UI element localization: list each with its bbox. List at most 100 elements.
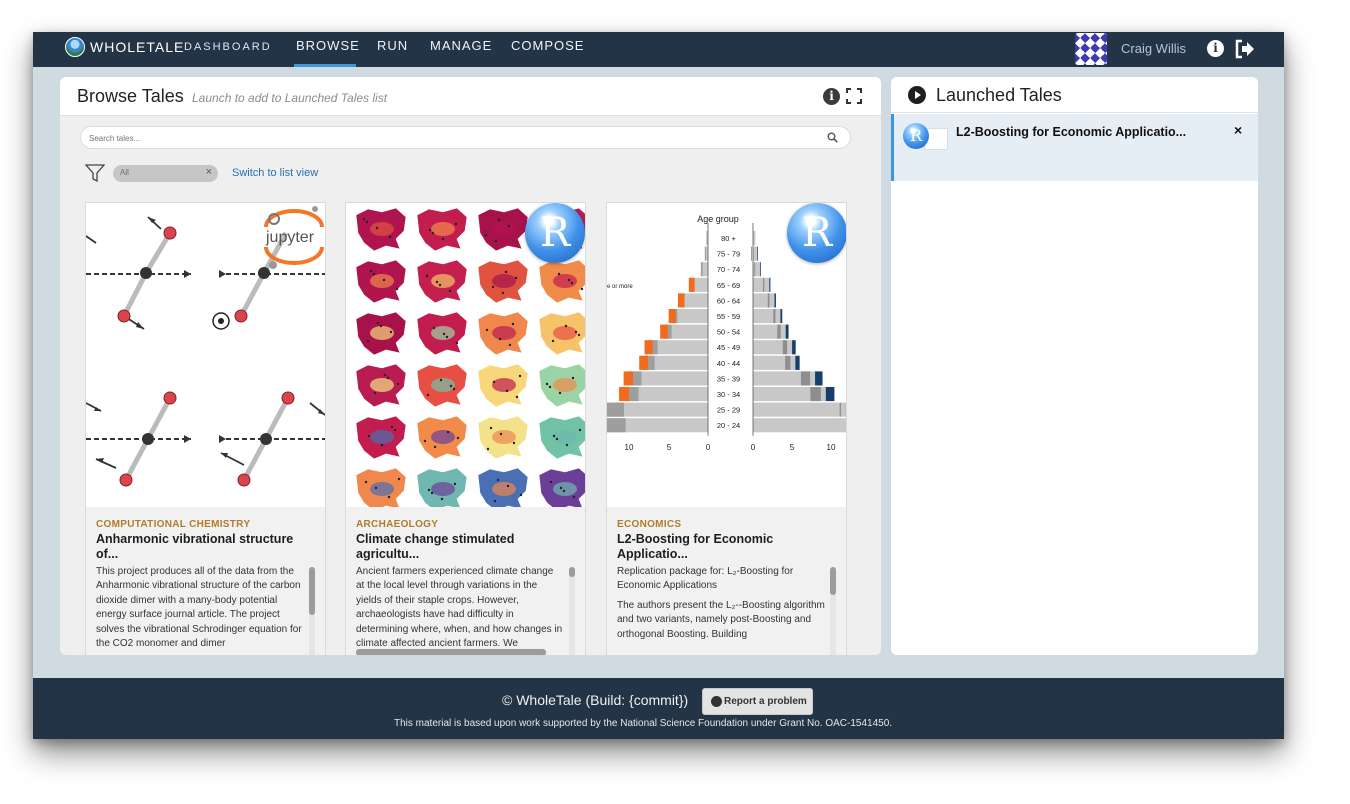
avatar[interactable]: [1075, 33, 1107, 65]
pyramid-bar: [688, 277, 695, 292]
pyramid-bar: [753, 262, 761, 277]
tale-card[interactable]: Age group e or more 80 + 75 - 79 70 - 74 65…: [606, 202, 847, 655]
description-paragraph: Replication package for: L₂-Boosting for…: [617, 566, 794, 592]
search-icon[interactable]: [827, 132, 838, 143]
copyright-text: © WholeTale (Build: {commit}): [502, 692, 689, 708]
climate-map-tile: [477, 467, 529, 512]
climate-map-tile: [538, 259, 585, 304]
pyramid-bar: [753, 355, 800, 370]
pyramid-bar: [810, 387, 821, 402]
vertical-scrollbar[interactable]: [830, 567, 836, 655]
nav-run[interactable]: RUN: [377, 38, 408, 53]
report-problem-label: Report a problem: [724, 696, 807, 707]
pyramid-bar: [774, 293, 776, 308]
launched-panel-header: Launched Tales: [891, 77, 1258, 113]
user-name[interactable]: Craig Willis: [1121, 41, 1186, 56]
pyramid-bar: [753, 246, 758, 261]
pyramid-bar: [644, 340, 653, 355]
tale-description: This project produces all of the data fr…: [96, 565, 304, 653]
browse-panel-header: Browse Tales Launch to add to Launched T…: [60, 77, 881, 116]
report-problem-button[interactable]: Report a problem: [702, 688, 813, 715]
climate-map-tile: [355, 207, 407, 252]
wholetale-globe-icon[interactable]: [65, 37, 85, 57]
pyramid-bar: [704, 246, 706, 261]
info-icon[interactable]: i: [823, 88, 840, 105]
top-navbar: WHOLETALE DASHBOARD BROWSE RUN MANAGE CO…: [33, 32, 1284, 67]
pyramid-bar: [648, 340, 708, 355]
pyramid-bar: [753, 402, 846, 417]
sign-out-icon[interactable]: [1234, 39, 1256, 59]
switch-view-link[interactable]: Switch to list view: [232, 167, 318, 179]
pyramid-bar: [769, 277, 771, 292]
age-group-label: 20 - 24: [717, 421, 740, 430]
age-group-label: 30 - 34: [717, 390, 740, 399]
tale-title[interactable]: L2-Boosting for Economic Applicatio...: [617, 532, 832, 562]
pyramid-bar: [777, 324, 781, 339]
climate-map-tile: [355, 259, 407, 304]
info-icon[interactable]: i: [1207, 40, 1224, 57]
pyramid-bar: [751, 246, 753, 261]
vertical-scrollbar[interactable]: [569, 567, 575, 655]
tale-card[interactable]: R ARCHAEOLOGY Climate change stimulated …: [345, 202, 586, 655]
pyramid-bar: [753, 340, 796, 355]
tick-label: 5: [667, 443, 672, 452]
nav-compose[interactable]: COMPOSE: [511, 38, 584, 53]
tale-image[interactable]: Age group e or more 80 + 75 - 79 70 - 74 65…: [607, 203, 846, 507]
tale-image[interactable]: R: [346, 203, 585, 512]
tale-title[interactable]: Climate change stimulated agricultu...: [356, 532, 571, 562]
tick-label: 0: [706, 443, 711, 452]
tick-label: 5: [790, 443, 795, 452]
brand-name[interactable]: WHOLETALE: [90, 39, 184, 55]
pyramid-bar: [763, 277, 765, 292]
climate-map-tile: [538, 415, 585, 460]
co2-molecule-diagram: jupyter: [86, 206, 325, 487]
r-language-icon: R: [525, 203, 585, 263]
brand-dashboard[interactable]: DASHBOARD: [184, 41, 272, 53]
play-icon: [908, 86, 926, 104]
r-language-icon: R: [903, 123, 929, 149]
pyramid-bar: [780, 309, 783, 324]
pyramid-header: Age group: [697, 214, 739, 224]
github-icon: [711, 696, 722, 707]
description-paragraph: Ancient farmers experienced climate chan…: [356, 566, 563, 650]
climate-map-tile: [416, 363, 468, 408]
pyramid-bar: [753, 371, 823, 386]
filter-tag[interactable]: All ×: [113, 165, 218, 182]
search-input[interactable]: [89, 131, 789, 145]
climate-map-tile: [416, 415, 468, 460]
pyramid-bar: [619, 387, 630, 402]
active-tab-indicator: [294, 64, 356, 67]
tale-category: COMPUTATIONAL CHEMISTRY: [96, 519, 251, 530]
pyramid-bar: [753, 387, 835, 402]
footer: © WholeTale (Build: {commit}) Report a p…: [33, 678, 1284, 739]
age-group-label: 25 - 29: [717, 406, 740, 415]
tale-description: Ancient farmers experienced climate chan…: [356, 565, 564, 653]
tale-description: Replication package for: L₂-Boosting for…: [617, 565, 825, 653]
nav-browse[interactable]: BROWSE: [296, 38, 360, 53]
description-paragraph: The authors present the L₂--Boosting alg…: [617, 599, 825, 640]
vertical-scrollbar[interactable]: [309, 567, 315, 655]
launched-tales-panel: Launched Tales R L2-Boosting for Economi…: [891, 77, 1258, 655]
panel-subtitle: Launch to add to Launched Tales list: [192, 91, 388, 105]
tale-card[interactable]: jupyter COMPUTATIONAL CHEMISTRY Anharmon…: [85, 202, 326, 655]
expand-icon[interactable]: [846, 88, 862, 104]
pyramid-bar: [753, 324, 789, 339]
pyramid-bar: [792, 340, 796, 355]
launched-tale-item[interactable]: R L2-Boosting for Economic Applicatio...…: [891, 114, 1258, 181]
nav-manage[interactable]: MANAGE: [430, 38, 492, 53]
pyramid-bar: [607, 402, 625, 417]
pyramid-bar: [815, 371, 823, 386]
horizontal-scrollbar[interactable]: [356, 649, 546, 655]
launched-tale-title[interactable]: L2-Boosting for Economic Applicatio...: [956, 125, 1186, 139]
pyramid-bar: [800, 371, 811, 386]
tale-title[interactable]: Anharmonic vibrational structure of...: [96, 532, 311, 562]
close-icon[interactable]: ×: [1234, 122, 1242, 138]
app-window: WHOLETALE DASHBOARD BROWSE RUN MANAGE CO…: [33, 32, 1284, 739]
filter-icon[interactable]: [85, 163, 105, 183]
pyramid-bar: [700, 262, 703, 277]
search-bar[interactable]: [80, 126, 851, 149]
tale-image[interactable]: jupyter: [86, 203, 325, 507]
climate-map-tile: [538, 311, 585, 356]
close-icon[interactable]: ×: [206, 166, 212, 178]
age-group-label: 80 +: [721, 234, 736, 243]
